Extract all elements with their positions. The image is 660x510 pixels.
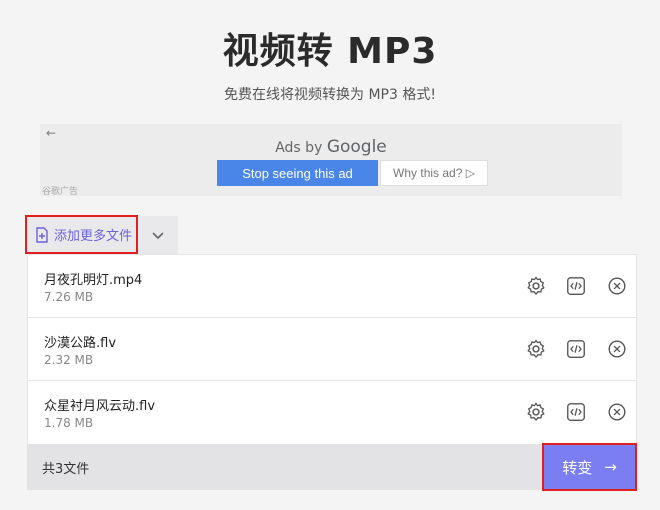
add-files-dropdown-button[interactable] bbox=[138, 216, 178, 254]
why-this-ad-button[interactable]: Why this ad? ▷ bbox=[380, 160, 488, 186]
ads-by-google: Ads by Google bbox=[40, 137, 622, 157]
chevron-down-icon bbox=[152, 232, 164, 240]
file-size: 1.78 MB bbox=[44, 416, 94, 430]
ad-banner: ← Ads by Google Stop seeing this ad Why … bbox=[40, 124, 622, 197]
close-icon[interactable] bbox=[606, 338, 628, 360]
file-name: 月夜孔明灯.mp4 bbox=[44, 273, 143, 288]
arrow-right-icon: → bbox=[604, 458, 617, 476]
add-more-files-label: 添加更多文件 bbox=[54, 229, 133, 244]
file-name: 众星衬月风云动.flv bbox=[44, 399, 156, 414]
close-icon[interactable] bbox=[606, 275, 628, 297]
code-icon[interactable] bbox=[565, 275, 587, 297]
convert-label: 转变 bbox=[562, 458, 593, 477]
file-list: 月夜孔明灯.mp4 7.26 MB 沙漠公路.flv 2.32 MB 众星衬月风… bbox=[27, 254, 637, 445]
file-size: 2.32 MB bbox=[44, 353, 94, 367]
ad-marker: 谷歌广告 bbox=[42, 187, 79, 197]
file-count: 共3文件 bbox=[42, 462, 90, 477]
stop-seeing-ad-button[interactable]: Stop seeing this ad bbox=[217, 160, 378, 186]
file-size: 7.26 MB bbox=[44, 290, 94, 304]
gear-icon[interactable] bbox=[525, 338, 547, 360]
gear-icon[interactable] bbox=[525, 401, 547, 423]
file-plus-icon bbox=[36, 226, 48, 243]
file-row: 沙漠公路.flv 2.32 MB bbox=[28, 318, 636, 381]
code-icon[interactable] bbox=[565, 338, 587, 360]
code-icon[interactable] bbox=[565, 401, 587, 423]
page-subtitle: 免费在线将视频转换为 MP3 格式! bbox=[224, 87, 436, 103]
file-name: 沙漠公路.flv bbox=[44, 336, 117, 351]
google-logo-text: Google bbox=[326, 137, 387, 157]
close-icon[interactable] bbox=[606, 401, 628, 423]
file-row: 众星衬月风云动.flv 1.78 MB bbox=[28, 381, 636, 444]
add-more-files-button[interactable]: 添加更多文件 bbox=[25, 215, 138, 254]
page-title: 视频转 MP3 bbox=[222, 31, 438, 72]
ads-by-text: Ads by bbox=[275, 140, 323, 156]
file-row: 月夜孔明灯.mp4 7.26 MB bbox=[28, 255, 636, 318]
convert-button[interactable]: 转变 → bbox=[542, 443, 637, 491]
gear-icon[interactable] bbox=[525, 275, 547, 297]
